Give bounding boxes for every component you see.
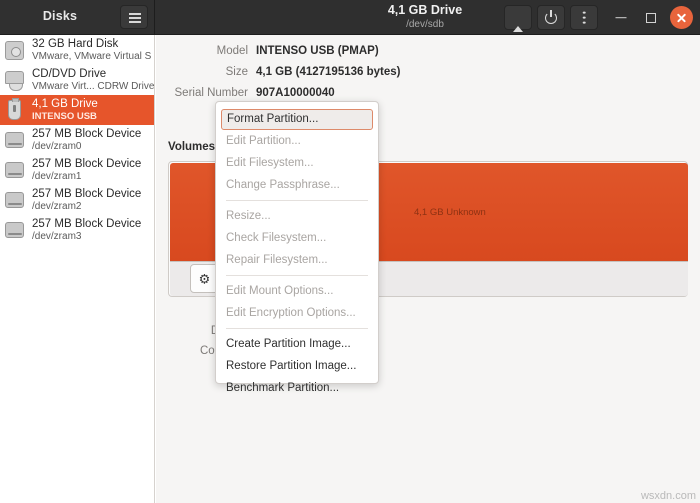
menu-item-restore-partition-image[interactable]: Restore Partition Image... (216, 355, 378, 377)
device-name: 257 MB Block Device (32, 187, 142, 200)
menu-item-edit-encryption-options[interactable]: Edit Encryption Options... (216, 302, 378, 324)
device-subtitle: /dev/zram1 (32, 170, 82, 182)
hamburger-icon-line (129, 21, 141, 23)
device-subtitle: /dev/zram0 (32, 140, 82, 152)
disks-app-window: Disks 4,1 GB Drive /dev/sdb 32 GB Hard D… (0, 0, 700, 503)
sidebar-item-block-device-zram1[interactable]: 257 MB Block Device /dev/zram1 (0, 155, 154, 185)
info-value: 907A10000040 (256, 86, 335, 99)
hard-disk-icon (3, 38, 27, 62)
sidebar-item-usb-drive[interactable]: 4,1 GB Drive INTENSO USB (0, 95, 154, 125)
power-icon (545, 9, 557, 24)
close-button[interactable] (670, 6, 693, 29)
device-subtitle: /dev/zram3 (32, 230, 82, 242)
gear-icon: ⚙ (198, 271, 211, 286)
menu-item-create-partition-image[interactable]: Create Partition Image... (216, 333, 378, 355)
menu-item-repair-filesystem[interactable]: Repair Filesystem... (216, 249, 378, 271)
device-name: 257 MB Block Device (32, 217, 142, 230)
power-off-button[interactable] (537, 5, 565, 30)
title-bar: Disks 4,1 GB Drive /dev/sdb (0, 0, 700, 35)
info-row-model: Model INTENSO USB (PMAP) (156, 40, 700, 61)
block-device-icon (3, 158, 27, 182)
usb-drive-icon (3, 98, 27, 122)
block-device-icon (3, 218, 27, 242)
watermark: wsxdn.com (640, 490, 696, 502)
menu-item-edit-filesystem[interactable]: Edit Filesystem... (216, 152, 378, 174)
sidebar-header: Disks (0, 0, 155, 34)
info-label: Size (225, 65, 248, 78)
device-name: 32 GB Hard Disk (32, 37, 119, 50)
menu-item-change-passphrase[interactable]: Change Passphrase... (216, 174, 378, 196)
block-device-icon (3, 128, 27, 152)
info-row-size: Size 4,1 GB (4127195136 bytes) (156, 61, 700, 82)
sidebar-item-hard-disk[interactable]: 32 GB Hard Disk VMware, VMware Virtual S (0, 35, 154, 65)
device-list-sidebar[interactable]: 32 GB Hard Disk VMware, VMware Virtual S… (0, 35, 155, 503)
info-value: 4,1 GB (4127195136 bytes) (256, 65, 401, 78)
eject-button[interactable] (504, 5, 532, 32)
menu-separator (226, 328, 368, 329)
drive-options-button[interactable] (570, 5, 598, 30)
eject-icon (513, 8, 523, 32)
app-title: Disks (42, 9, 78, 23)
device-name: 4,1 GB Drive (32, 97, 98, 110)
volumes-section-title: Volumes (168, 141, 216, 153)
menu-item-edit-partition[interactable]: Edit Partition... (216, 130, 378, 152)
menu-item-resize[interactable]: Resize... (216, 205, 378, 227)
partition-context-menu[interactable]: Format Partition... Edit Partition... Ed… (215, 101, 379, 394)
maximize-button[interactable] (638, 5, 664, 30)
menu-item-format-partition[interactable]: Format Partition... (221, 109, 373, 130)
partition-label: 4,1 GB Unknown (414, 207, 486, 218)
menu-separator (226, 275, 368, 276)
minimize-button[interactable] (608, 5, 634, 30)
menu-item-benchmark-partition[interactable]: Benchmark Partition... (216, 377, 378, 399)
info-row-serial-number: Serial Number 907A10000040 (156, 82, 700, 103)
drive-device-path: /dev/sdb (406, 19, 444, 30)
sidebar-item-block-device-zram0[interactable]: 257 MB Block Device /dev/zram0 (0, 125, 154, 155)
device-name: 257 MB Block Device (32, 157, 142, 170)
info-label: Model (216, 44, 248, 57)
block-device-icon (3, 188, 27, 212)
cd-dvd-icon (3, 68, 27, 92)
hamburger-menu-button[interactable] (120, 5, 148, 29)
device-subtitle: VMware, VMware Virtual S (32, 50, 152, 62)
device-subtitle: INTENSO USB (32, 110, 97, 122)
menu-item-edit-mount-options[interactable]: Edit Mount Options... (216, 280, 378, 302)
menu-item-check-filesystem[interactable]: Check Filesystem... (216, 227, 378, 249)
sidebar-item-block-device-zram2[interactable]: 257 MB Block Device /dev/zram2 (0, 185, 154, 215)
hamburger-icon-line (129, 17, 141, 19)
device-name: CD/DVD Drive (32, 67, 107, 80)
device-subtitle: VMware Virt... CDRW Drive (32, 80, 154, 92)
info-value: INTENSO USB (PMAP) (256, 44, 379, 57)
drive-info-table: Model INTENSO USB (PMAP) Size 4,1 GB (41… (156, 40, 700, 103)
drive-title: 4,1 GB Drive (387, 3, 463, 17)
window-title-block: 4,1 GB Drive /dev/sdb (350, 3, 500, 31)
sidebar-item-block-device-zram3[interactable]: 257 MB Block Device /dev/zram3 (0, 215, 154, 245)
hamburger-icon-line (129, 13, 141, 15)
maximize-icon (646, 12, 656, 23)
minimize-icon (615, 16, 627, 19)
more-options-icon (582, 11, 586, 24)
device-subtitle: /dev/zram2 (32, 200, 82, 212)
device-name: 257 MB Block Device (32, 127, 142, 140)
info-label: Serial Number (174, 86, 249, 99)
menu-separator (226, 200, 368, 201)
sidebar-item-cd-dvd-drive[interactable]: CD/DVD Drive VMware Virt... CDRW Drive (0, 65, 154, 95)
